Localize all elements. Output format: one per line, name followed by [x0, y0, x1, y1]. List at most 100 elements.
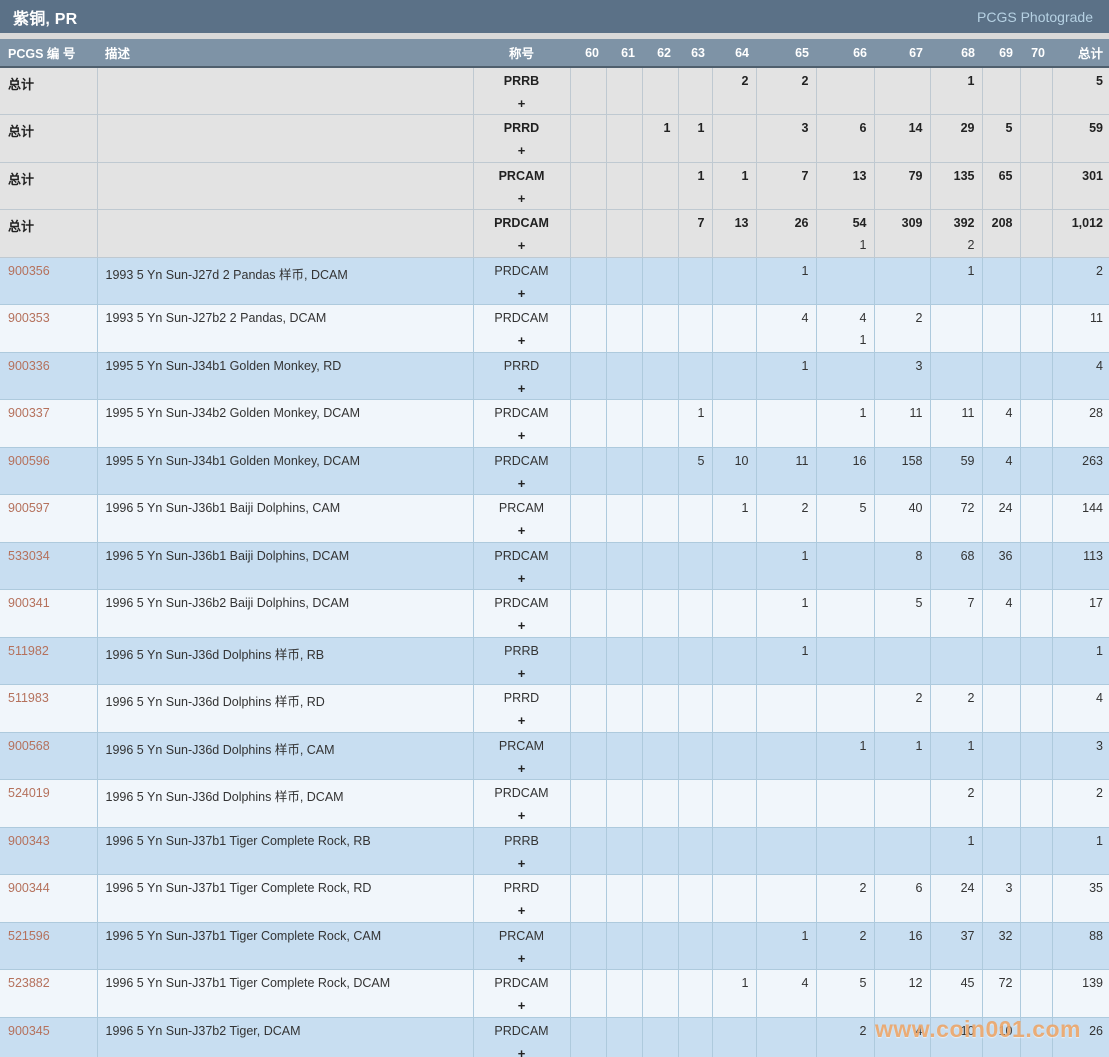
row-total-count: 5	[1055, 74, 1104, 89]
coin-description: 1995 5 Yn Sun-J34b1 Golden Monkey, RD	[106, 359, 342, 373]
grade-count	[609, 359, 635, 374]
plus-designation-link[interactable]: +	[474, 238, 570, 253]
pcgs-number-link[interactable]: 521596	[8, 929, 50, 943]
pcgs-number-link[interactable]: 900597	[8, 501, 50, 515]
grade-count: 5	[819, 976, 867, 991]
row-total-count: 301	[1055, 169, 1104, 184]
plus-designation-link[interactable]: +	[474, 713, 570, 728]
row-total-cell: 26	[1052, 1017, 1109, 1057]
grade-count-cell	[570, 115, 606, 163]
plus-designation-link[interactable]: +	[474, 191, 570, 206]
grade-count	[877, 74, 923, 89]
grade-count-cell: 4	[874, 1017, 930, 1057]
designation-label: PRDCAM	[474, 786, 570, 801]
plus-designation-link[interactable]: +	[474, 856, 570, 871]
pcgs-number-link[interactable]: 900353	[8, 311, 50, 325]
pcgs-number-link[interactable]: 523882	[8, 976, 50, 990]
grade-count-cell	[678, 67, 712, 115]
pcgs-photograde-link[interactable]: PCGS Photograde	[977, 9, 1093, 25]
grade-count-cell: 11	[874, 400, 930, 448]
pcgs-number-link[interactable]: 511982	[8, 644, 49, 658]
row-total-count: 1	[1055, 644, 1104, 659]
plus-designation-link[interactable]: +	[474, 951, 570, 966]
pcgs-number-link[interactable]: 900344	[8, 881, 50, 895]
grade-count-cell	[570, 637, 606, 685]
plus-designation-link[interactable]: +	[474, 761, 570, 776]
grade-count: 4	[759, 311, 809, 326]
grade-count-cell	[1020, 162, 1052, 210]
pcgs-number-link[interactable]: 900341	[8, 596, 50, 610]
grade-count: 10	[715, 454, 749, 469]
pcgs-number-link[interactable]: 900356	[8, 264, 50, 278]
grade-count	[759, 786, 809, 801]
grade-count-cell	[712, 637, 756, 685]
grade-count	[681, 596, 705, 611]
grade-count-cell	[816, 542, 874, 590]
grade-count-cell	[816, 685, 874, 733]
grade-count	[933, 644, 975, 659]
grade-count	[985, 834, 1013, 849]
plus-designation-link[interactable]: +	[474, 333, 570, 348]
grade-count-cell	[712, 875, 756, 923]
grade-count: 8	[877, 549, 923, 564]
plus-designation-link[interactable]: +	[474, 998, 570, 1013]
grade-count	[573, 359, 599, 374]
grade-count: 1	[819, 406, 867, 421]
designation-cell: PRDCAM +	[473, 780, 570, 828]
plus-designation-link[interactable]: +	[474, 808, 570, 823]
grade-count-cell	[642, 685, 678, 733]
grade-count	[573, 549, 599, 564]
grade-count: 1	[933, 739, 975, 754]
pcgs-number-link[interactable]: 524019	[8, 786, 50, 800]
grade-count-cell: 13	[712, 210, 756, 258]
grade-count	[715, 311, 749, 326]
table-row: 9003411996 5 Yn Sun-J36b2 Baiji Dolphins…	[0, 590, 1109, 638]
plus-designation-link[interactable]: +	[474, 571, 570, 586]
plus-designation-link[interactable]: +	[474, 1046, 570, 1057]
grade-count	[715, 929, 749, 944]
grade-count: 2	[759, 501, 809, 516]
grade-count: 2	[877, 691, 923, 706]
grade-count: 5	[819, 501, 867, 516]
pcgs-number-link[interactable]: 511983	[8, 691, 49, 705]
designation-label: PRRD	[474, 359, 570, 374]
grade-count-cell: 7	[678, 210, 712, 258]
row-total-count: 88	[1055, 929, 1104, 944]
column-header-grade-63: 63	[678, 39, 712, 67]
pcgs-number-link[interactable]: 900337	[8, 406, 50, 420]
grade-count-cell: 16	[816, 447, 874, 495]
plus-designation-link[interactable]: +	[474, 428, 570, 443]
table-row: 5238821996 5 Yn Sun-J37b1 Tiger Complete…	[0, 970, 1109, 1018]
pcgs-number-link[interactable]: 900336	[8, 359, 50, 373]
grade-count-cell: 4	[982, 447, 1020, 495]
plus-designation-link[interactable]: +	[474, 96, 570, 111]
plus-designation-link[interactable]: +	[474, 476, 570, 491]
grade-count-cell	[1020, 67, 1052, 115]
pcgs-number-link[interactable]: 533034	[8, 549, 50, 563]
grade-count-cell	[712, 922, 756, 970]
designation-cell: PRDCAM+	[473, 305, 570, 353]
pcgs-number-link[interactable]: 900343	[8, 834, 50, 848]
plus-designation-link[interactable]: +	[474, 903, 570, 918]
plus-designation-link[interactable]: +	[474, 618, 570, 633]
grade-count-cell	[1020, 732, 1052, 780]
pcgs-number-link[interactable]: 900345	[8, 1024, 50, 1038]
designation-label: PRDCAM	[474, 406, 570, 421]
grade-count-cell	[606, 970, 642, 1018]
grade-count-cell	[642, 67, 678, 115]
plus-designation-link[interactable]: +	[474, 523, 570, 538]
grade-count	[1023, 834, 1045, 849]
pcgs-number-link[interactable]: 900596	[8, 454, 50, 468]
grade-count	[573, 976, 599, 991]
plus-designation-link[interactable]: +	[474, 381, 570, 396]
table-row: 9005971996 5 Yn Sun-J36b1 Baiji Dolphins…	[0, 495, 1109, 543]
plus-designation-link[interactable]: +	[474, 666, 570, 681]
grade-count-cell	[930, 352, 982, 400]
pcgs-number-link[interactable]: 900568	[8, 739, 50, 753]
grade-count-cell: 1	[930, 67, 982, 115]
grade-count-cell	[1020, 827, 1052, 875]
plus-designation-link[interactable]: +	[474, 286, 570, 301]
plus-designation-link[interactable]: +	[474, 143, 570, 158]
row-total-count: 4	[1055, 691, 1104, 706]
grade-count	[1023, 786, 1045, 801]
